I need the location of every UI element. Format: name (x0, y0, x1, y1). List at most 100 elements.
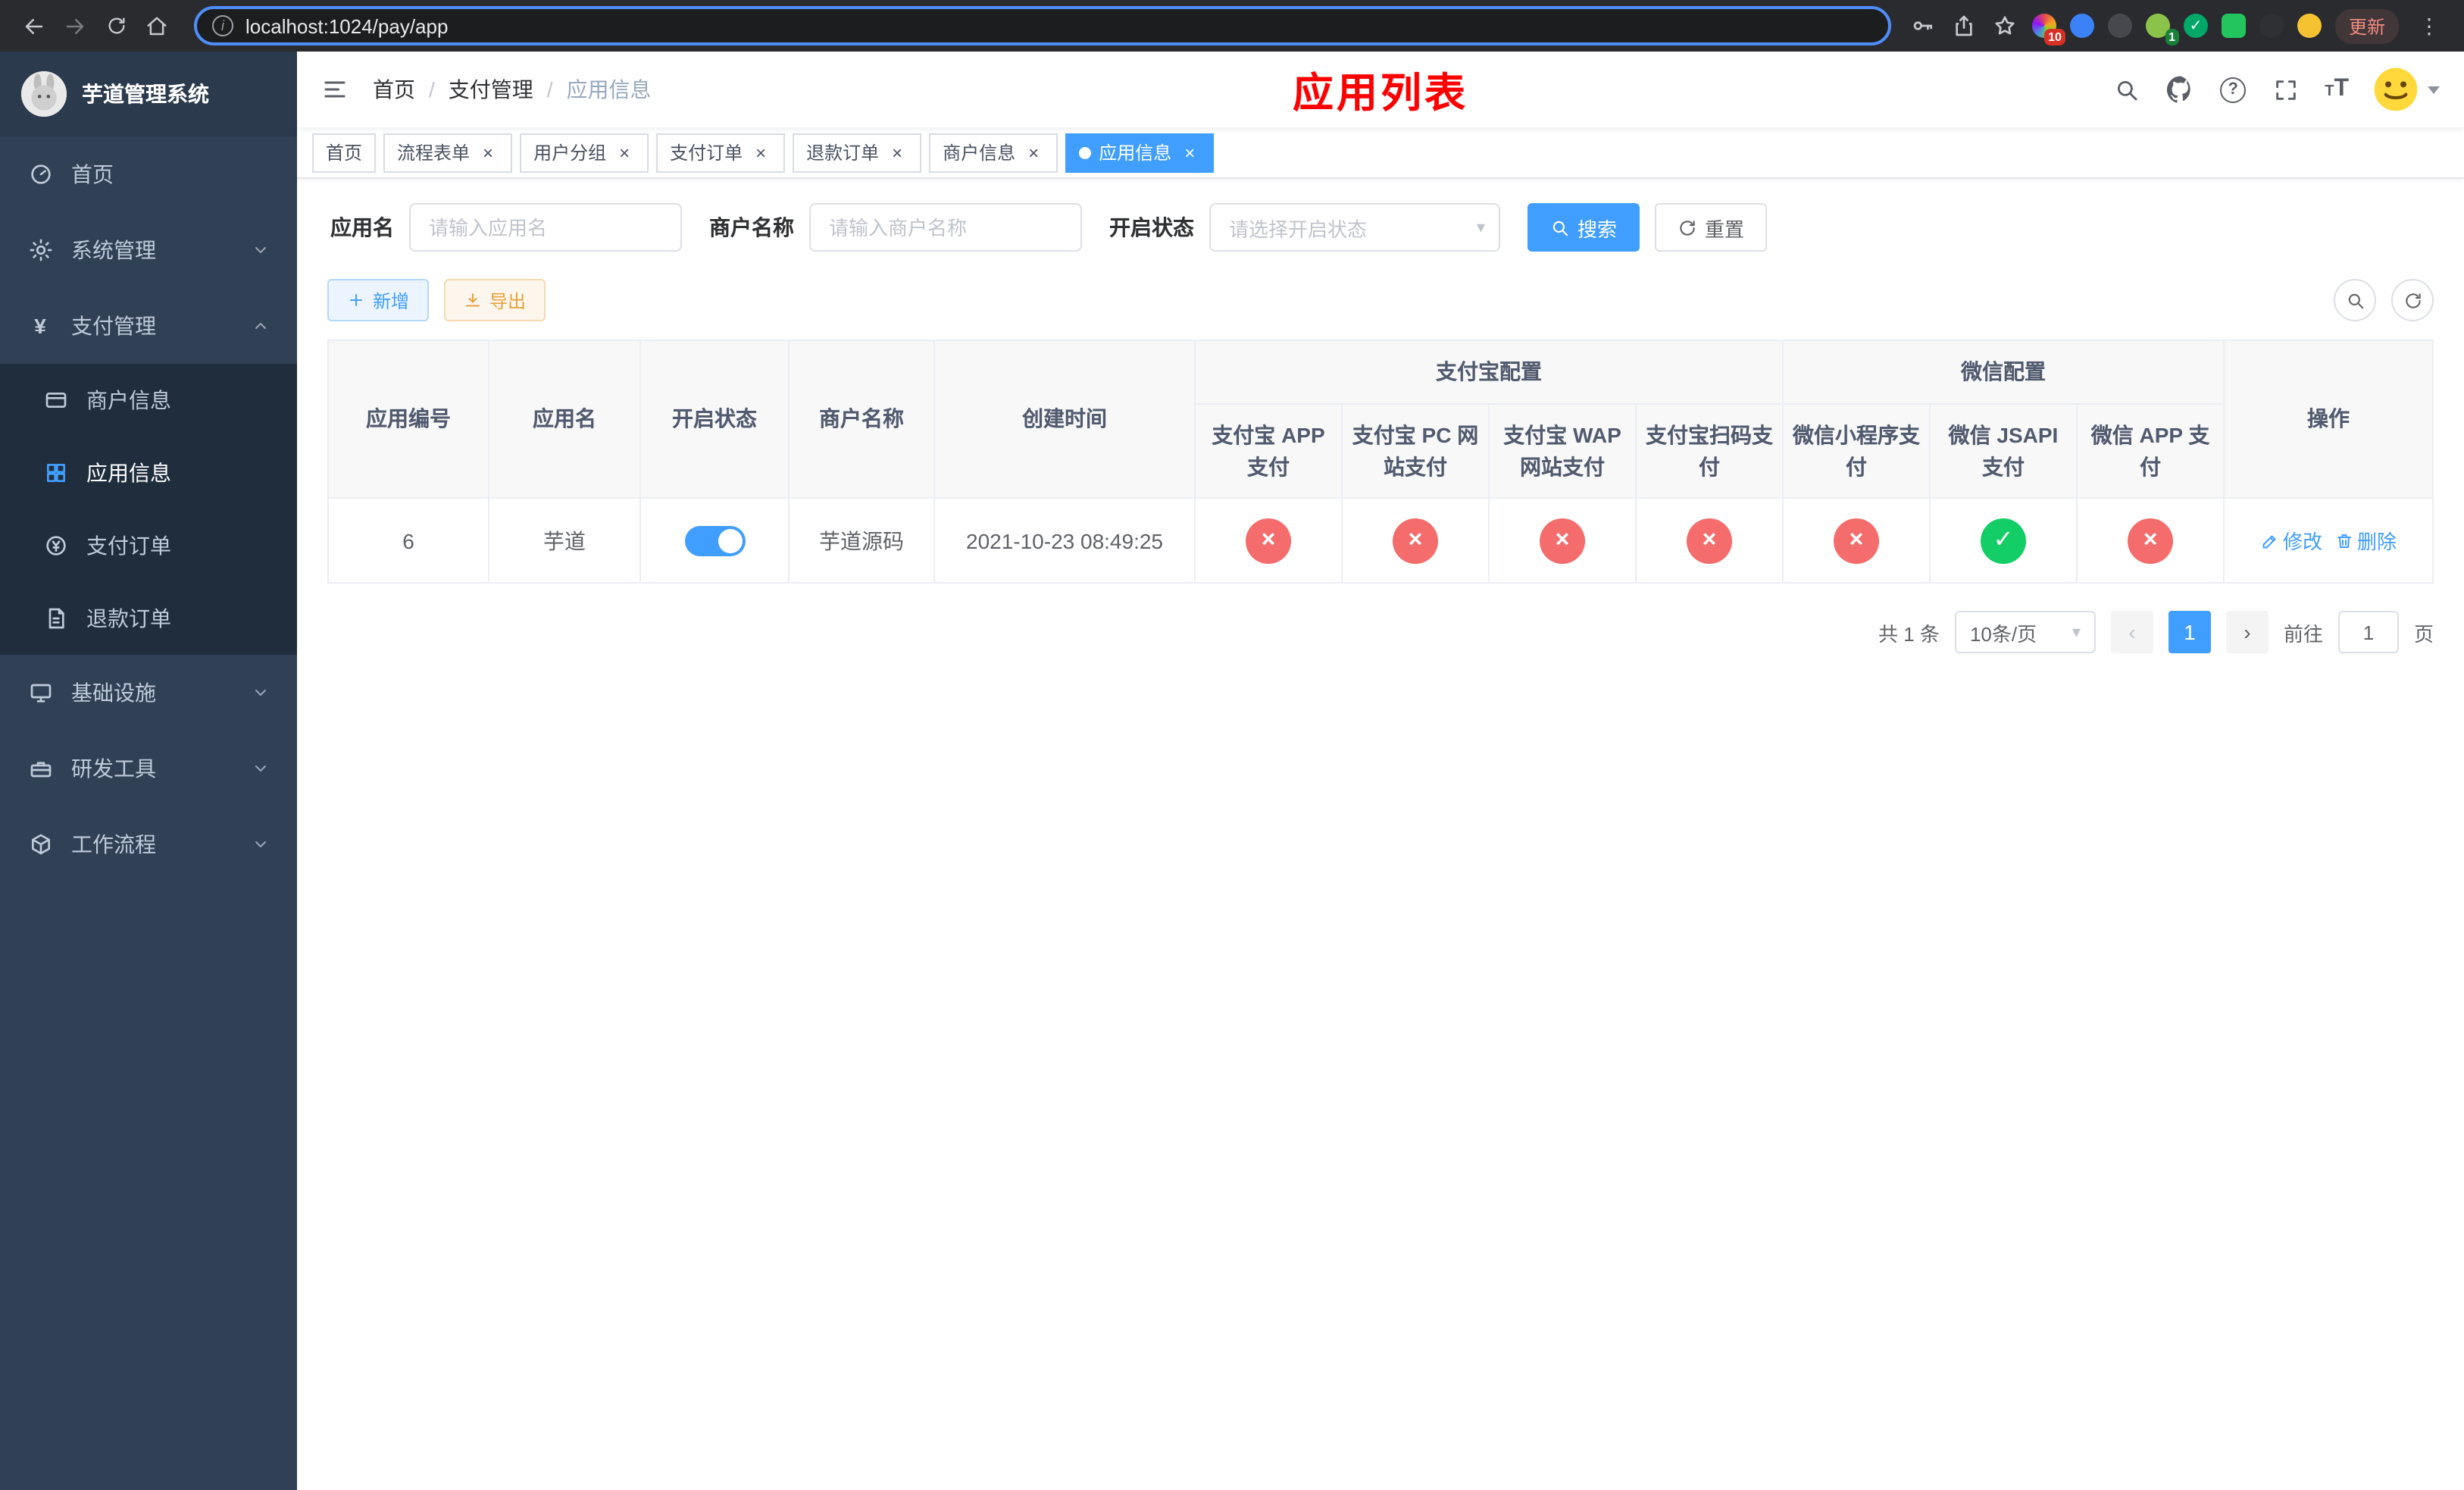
extension-icon-chat[interactable] (2221, 14, 2246, 38)
github-icon[interactable] (2165, 74, 2196, 105)
col-wechat-app: 微信 APP 支付 (2075, 403, 2225, 499)
delete-link[interactable]: 删除 (2334, 526, 2397, 555)
extension-icon-pin[interactable] (2259, 14, 2284, 38)
breadcrumb-payment[interactable]: 支付管理 (449, 74, 533, 105)
tab-user-group[interactable]: 用户分组 × (520, 133, 649, 172)
chevron-down-icon (252, 241, 270, 259)
page-number-1[interactable]: 1 (2168, 611, 2211, 653)
breadcrumb-current: 应用信息 (566, 77, 652, 102)
refresh-button[interactable] (2391, 279, 2434, 321)
sidebar-toggle-icon[interactable] (321, 76, 349, 103)
tab-merchant-info[interactable]: 商户信息 × (929, 133, 1058, 172)
tab-refund-order[interactable]: 退款订单 × (793, 133, 922, 172)
extension-icon-dark[interactable] (2107, 14, 2132, 38)
address-bar[interactable]: i localhost:1024/pay/app (194, 6, 1891, 45)
payment-submenu: 商户信息 应用信息 支付订单 退款订单 (0, 364, 297, 655)
app-name-input[interactable] (409, 203, 682, 252)
browser-menu-icon[interactable]: ⋮ (2412, 13, 2446, 39)
extension-icon-avatar[interactable]: 1 (2145, 14, 2179, 45)
col-alipay-wap: 支付宝 WAP 网站支付 (1488, 403, 1637, 499)
header-search-icon[interactable] (2111, 74, 2141, 105)
status-select[interactable]: 请选择开启状态 ▾ (1209, 203, 1500, 252)
cell-wechat-jsapi: ✓ (1929, 497, 2078, 584)
sidebar-item-pay-order[interactable]: 支付订单 (0, 509, 297, 582)
page-title: 应用列表 (1293, 70, 1468, 116)
sidebar-logo[interactable]: 芋道管理系统 (0, 52, 297, 136)
tags-view: 首页 流程表单 × 用户分组 × 支付订单 × 退款订单 × 商户信息 × 应用信息 × (297, 127, 2464, 179)
workflow-cube-icon (27, 831, 53, 857)
sidebar-item-label: 首页 (71, 162, 114, 186)
sidebar-item-label: 应用信息 (86, 461, 171, 485)
export-button[interactable]: 导出 (444, 279, 546, 321)
gear-icon (27, 237, 53, 263)
close-icon[interactable]: × (886, 142, 908, 163)
help-icon[interactable]: ? (2220, 77, 2247, 102)
prev-page-button[interactable]: ‹ (2110, 611, 2153, 653)
col-created: 创建时间 (933, 340, 1196, 499)
edit-link[interactable]: 修改 (2260, 526, 2322, 555)
table-header-row-1: 应用编号 应用名 开启状态 商户名称 创建时间 支付宝配置 微信配置 操作 (327, 340, 2434, 499)
extension-icon-blue-drop[interactable] (2069, 14, 2094, 38)
user-avatar[interactable] (2373, 67, 2440, 112)
site-info-icon[interactable]: i (212, 15, 233, 36)
search-button[interactable]: 搜索 (1527, 203, 1640, 252)
col-group-alipay: 支付宝配置 (1194, 340, 1784, 405)
profile-avatar-icon[interactable] (2297, 14, 2322, 38)
password-key-icon[interactable] (1909, 12, 1937, 39)
active-dot-icon (1079, 146, 1092, 158)
sidebar-item-dev-tools[interactable]: 研发工具 (0, 731, 297, 806)
share-icon[interactable] (1950, 12, 1978, 39)
breadcrumb-separator: / (546, 77, 553, 102)
browser-update-button[interactable]: 更新 (2334, 8, 2399, 43)
font-size-small-t: T (2325, 83, 2334, 100)
bookmark-star-icon[interactable] (1991, 12, 2018, 39)
merchant-card-icon (42, 387, 68, 413)
toggle-search-button[interactable] (2334, 279, 2376, 321)
chevron-down-icon: ▾ (2072, 624, 2081, 642)
font-size-icon[interactable]: TT (2325, 77, 2349, 102)
sidebar-item-label: 支付管理 (71, 314, 156, 338)
extension-icon-colorwheel[interactable]: 10 (2031, 14, 2065, 45)
sidebar-item-merchant-info[interactable]: 商户信息 (0, 364, 297, 437)
status-toggle[interactable] (684, 525, 745, 556)
browser-forward-button[interactable] (56, 7, 94, 45)
sidebar-item-infra[interactable]: 基础设施 (0, 655, 297, 731)
col-app-id: 应用编号 (327, 340, 489, 499)
sidebar-item-label: 基础设施 (71, 681, 156, 705)
fullscreen-icon[interactable] (2270, 74, 2300, 105)
tab-pay-order[interactable]: 支付订单 × (656, 133, 786, 172)
tab-process-form[interactable]: 流程表单 × (383, 133, 513, 172)
col-wechat-jsapi: 微信 JSAPI 支付 (1929, 403, 2078, 499)
sidebar-item-workflow[interactable]: 工作流程 (0, 806, 297, 882)
cell-app-name: 芋道 (488, 497, 641, 584)
sidebar-item-app-info[interactable]: 应用信息 (0, 437, 297, 509)
sidebar-item-system[interactable]: 系统管理 (0, 212, 297, 288)
sidebar-item-refund-order[interactable]: 退款订单 (0, 582, 297, 655)
browser-home-button[interactable] (138, 7, 176, 45)
monitor-icon (27, 680, 53, 706)
close-icon[interactable]: × (614, 142, 635, 163)
url-text[interactable]: localhost:1024/pay/app (245, 14, 448, 37)
merchant-name-input[interactable] (809, 203, 1082, 252)
cell-actions: 修改 删除 (2223, 497, 2434, 584)
next-page-button[interactable]: › (2225, 611, 2269, 653)
merchant-name-label: 商户名称 (709, 215, 794, 239)
sidebar-item-home[interactable]: 首页 (0, 136, 297, 212)
browser-back-button[interactable] (15, 7, 53, 45)
sidebar-item-payment[interactable]: ¥ 支付管理 (0, 288, 297, 364)
app-table: 应用编号 应用名 开启状态 商户名称 创建时间 支付宝配置 微信配置 操作 支付… (327, 340, 2434, 584)
breadcrumb-home[interactable]: 首页 (373, 74, 415, 105)
close-icon[interactable]: × (477, 142, 499, 163)
tab-app-info[interactable]: 应用信息 × (1065, 133, 1215, 172)
tab-home[interactable]: 首页 (312, 133, 377, 172)
close-icon[interactable]: × (750, 142, 771, 163)
add-button[interactable]: 新增 (327, 279, 430, 321)
wechat-jsapi-status-icon: ✓ (1981, 518, 2026, 563)
reset-button[interactable]: 重置 (1655, 203, 1768, 252)
extension-icon-check[interactable]: ✓ (2183, 14, 2208, 38)
close-icon[interactable]: × (1023, 142, 1044, 163)
page-size-select[interactable]: 10条/页 ▾ (1954, 611, 2096, 653)
browser-reload-button[interactable] (97, 7, 135, 45)
close-icon[interactable]: × (1179, 142, 1200, 163)
goto-page-input[interactable] (2337, 611, 2399, 653)
